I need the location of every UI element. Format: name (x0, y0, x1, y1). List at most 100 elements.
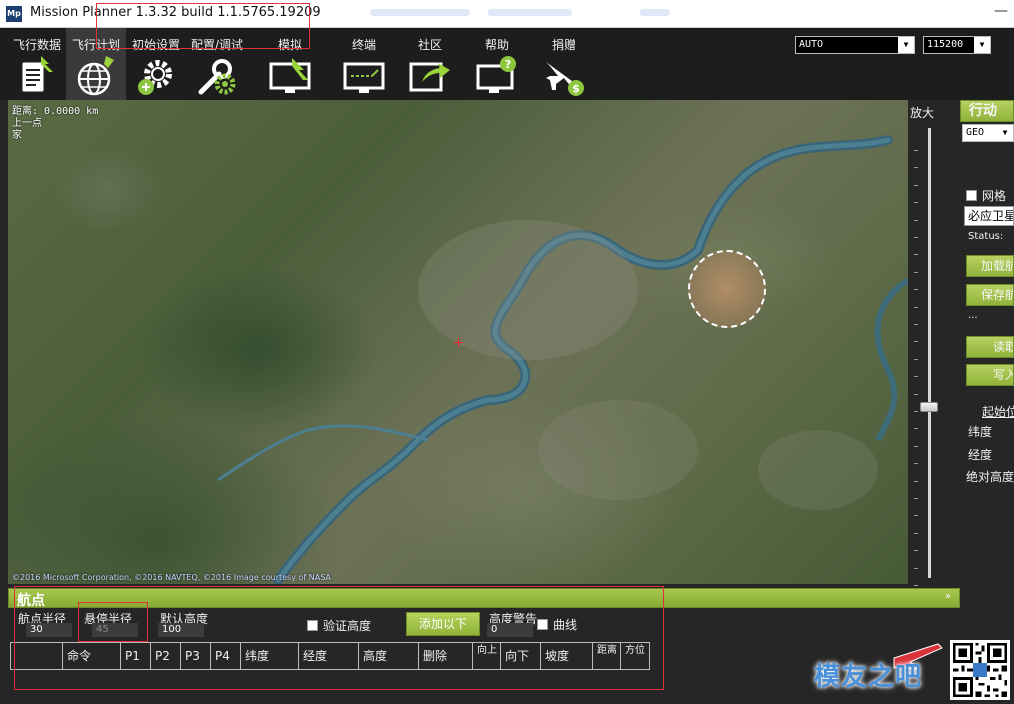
zoom-slider-thumb[interactable] (920, 402, 938, 412)
watermark-logo: 模友之吧 (810, 638, 950, 700)
zoom-tick (914, 411, 918, 412)
nav-label: 飞行数据 (12, 38, 61, 52)
column-header-longitude: 经度 (299, 643, 359, 669)
chevron-down-icon: ▼ (898, 37, 914, 53)
column-header-p2: P2 (151, 643, 181, 669)
zoom-tick (914, 515, 918, 517)
action-panel-header: 行动 (960, 100, 1014, 122)
initial-setup-gear-icon (138, 60, 172, 95)
zoom-tick (914, 567, 918, 569)
zoom-tick (914, 498, 918, 499)
column-header-altitude: 高度 (359, 643, 419, 669)
zoom-tick (914, 254, 918, 256)
svg-text:?: ? (505, 58, 511, 71)
grid-checkbox[interactable] (966, 190, 977, 201)
baud-select[interactable]: 115200 ▼ (923, 36, 991, 54)
loiter-radius-field[interactable]: 45 (92, 623, 138, 637)
donate-plane-icon: $ (546, 62, 584, 96)
blurred-region (640, 9, 670, 16)
zoom-tick (914, 480, 918, 482)
nav-simulation[interactable]: 模拟 (256, 28, 324, 100)
column-header-p4: P4 (211, 643, 241, 669)
zoom-slider-track[interactable] (928, 128, 931, 578)
nav-label: 终端 (351, 38, 376, 52)
nav-community[interactable]: 社区 (400, 28, 460, 100)
flight-data-icon (21, 56, 53, 93)
blurred-region (370, 9, 470, 16)
altitude-warning-field[interactable]: 0 (487, 623, 533, 637)
chevron-down-icon: ▼ (974, 37, 990, 53)
waypoints-table-header: 命令 P1 P2 P3 P4 纬度 经度 高度 删除 向上 向下 坡度 距离 方… (10, 642, 650, 670)
watermark-text: 模友之吧 (814, 662, 923, 692)
zoom-tick (914, 184, 918, 186)
verify-height-checkbox[interactable] (307, 620, 318, 631)
svg-text:$: $ (572, 82, 580, 95)
read-waypoints-button[interactable]: 读取 (966, 336, 1014, 358)
nav-label: 捐赠 (551, 38, 576, 52)
zoom-tick (914, 167, 918, 169)
column-header-command: 命令 (63, 643, 121, 669)
nav-initial-setup[interactable]: 初始设置 (126, 28, 186, 100)
baud-select-value: 115200 (927, 39, 964, 50)
minimize-button[interactable]: — (990, 4, 1012, 21)
app-logo-icon: Mp (6, 6, 22, 22)
nav-config-tuning[interactable]: 配置/调试 (186, 28, 248, 100)
load-waypoints-button[interactable]: 加载航 (966, 255, 1014, 277)
map-copyright: ©2016 Microsoft Corporation, ©2016 NAVTE… (12, 573, 331, 582)
nav-donate[interactable]: 捐赠 $ (534, 28, 594, 100)
spline-checkbox[interactable] (537, 619, 548, 630)
column-header-delete: 删除 (419, 643, 473, 669)
zoom-tick (914, 376, 918, 378)
waypoint-radius-field[interactable]: 30 (26, 623, 72, 637)
zoom-tick (914, 324, 918, 325)
waypoints-panel-header[interactable]: 航点 » (8, 588, 960, 609)
port-select-value: AUTO (799, 39, 824, 50)
action-panel: 行动 GEO ▼ 网格 必应卫星 Status: 加载航 保存航 ... 读取 … (960, 100, 1014, 704)
nav-flight-plan[interactable]: 飞行计划 (66, 28, 126, 100)
nav-flight-data[interactable]: 飞行数据 (8, 28, 66, 100)
zoom-label: 放大 (910, 106, 935, 120)
map-center-crosshair-icon (454, 338, 463, 347)
zoom-tick (914, 271, 918, 273)
title-bar: Mp Mission Planner 1.3.32 build 1.1.5765… (0, 0, 1014, 28)
zoom-tick (914, 219, 918, 221)
spline-label: 曲线 (553, 618, 578, 632)
port-select[interactable]: AUTO ▼ (795, 36, 915, 54)
write-waypoints-button[interactable]: 写入 (966, 364, 1014, 386)
zoom-panel: 放大 (908, 100, 960, 586)
zoom-tick (914, 428, 918, 430)
zoom-tick (914, 585, 918, 586)
column-header-p1: P1 (121, 643, 151, 669)
save-waypoints-button[interactable]: 保存航 (966, 284, 1014, 306)
nav-terminal[interactable]: 终端 (334, 28, 394, 100)
waypoints-title: 航点 (17, 593, 45, 609)
nav-label: 配置/调试 (190, 38, 244, 52)
nav-label: 模拟 (277, 38, 302, 52)
add-below-button[interactable]: 添加以下 (406, 612, 480, 636)
zoom-tick (914, 393, 918, 395)
column-header-distance: 距离 (593, 643, 621, 669)
map-provider-select[interactable]: 必应卫星 (964, 206, 1014, 226)
collapse-icon[interactable]: » (945, 591, 951, 602)
column-header-grade: 坡度 (541, 643, 593, 669)
geofence-circle (688, 250, 766, 328)
nav-label: 帮助 (484, 38, 509, 52)
verify-height-label: 验证高度 (323, 619, 372, 633)
zoom-tick (914, 306, 918, 308)
column-header-move-down: 向下 (501, 643, 541, 669)
column-header-bearing: 方位 (625, 645, 645, 656)
coordinate-system-value: GEO (966, 127, 985, 138)
ellipsis-label: ... (968, 310, 978, 321)
blurred-region (488, 9, 572, 16)
nav-help[interactable]: 帮助 ? (466, 28, 528, 100)
column-header-latitude: 纬度 (241, 643, 299, 669)
flight-plan-globe-icon (77, 56, 114, 96)
latitude-label: 纬度 (968, 425, 993, 439)
default-altitude-field[interactable]: 100 (158, 623, 204, 637)
window-title: Mission Planner 1.3.32 build 1.1.5765.19… (30, 5, 321, 20)
coordinate-system-select[interactable]: GEO ▼ (962, 124, 1014, 142)
satellite-map[interactable]: 距离: 0.0000 km 上一点 家 ©2016 Microsoft Corp… (8, 100, 908, 584)
terminal-icon (343, 62, 385, 93)
distance-readout: 距离: 0.0000 km (12, 106, 99, 117)
chevron-down-icon: ▼ (997, 125, 1013, 141)
